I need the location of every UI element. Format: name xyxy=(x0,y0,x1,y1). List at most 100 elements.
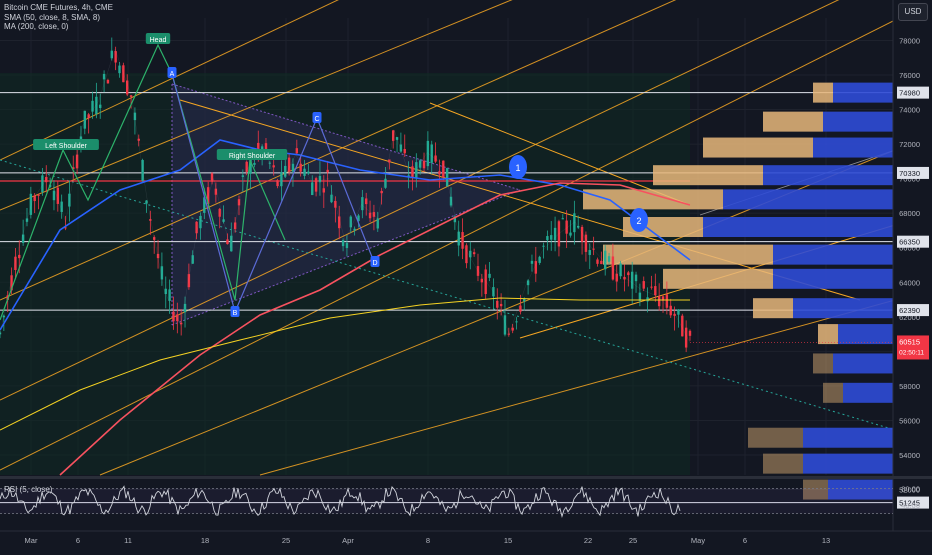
volume-profile-bar xyxy=(838,324,893,345)
candle-body xyxy=(542,245,545,247)
candle-body xyxy=(403,149,406,154)
rsi-tick-label: 80.00 xyxy=(901,484,920,493)
y-tick-label: 78000 xyxy=(899,36,920,45)
volume-profile-bar xyxy=(763,453,803,474)
candle-body xyxy=(634,274,638,282)
candle-body xyxy=(118,65,121,74)
candle-body xyxy=(341,240,345,247)
x-tick-label: 25 xyxy=(282,536,290,545)
volume-profile-bar xyxy=(833,82,893,103)
y-tick-label: 58000 xyxy=(899,382,920,391)
last-price-label: 60515 xyxy=(899,337,920,346)
ma-legend: MA (200, close, 0) xyxy=(4,22,69,31)
symbol-title: Bitcoin CME Futures, 4h, CME xyxy=(4,3,113,12)
y-tick-label: 64000 xyxy=(899,278,920,287)
candle-body xyxy=(168,289,171,301)
candle-body xyxy=(472,252,476,255)
volume-profile-bar xyxy=(753,298,793,319)
candle-body xyxy=(87,114,90,119)
candle-body xyxy=(18,254,21,259)
candle-body xyxy=(557,221,561,247)
candle-body xyxy=(476,266,480,276)
candle-body xyxy=(399,144,403,152)
candle-body xyxy=(438,171,441,175)
candle-body xyxy=(110,50,113,59)
x-tick-label: 15 xyxy=(504,536,512,545)
candle-body xyxy=(95,96,98,115)
y-tick-label: 74000 xyxy=(899,106,920,115)
candle-body xyxy=(245,161,248,172)
candle-body xyxy=(684,327,688,348)
candle-body xyxy=(326,169,329,173)
candle-body xyxy=(596,259,599,264)
candle-body xyxy=(442,160,445,178)
candle-body xyxy=(411,166,414,179)
y-tick-label: 56000 xyxy=(899,416,920,425)
candle-body xyxy=(303,168,306,176)
x-tick-label: 11 xyxy=(124,536,132,545)
candle-body xyxy=(299,163,302,172)
candle-body xyxy=(523,298,526,302)
chart-legend: Bitcoin CME Futures, 4h, CME SMA (50, cl… xyxy=(4,3,113,32)
volume-profile-bar xyxy=(773,268,893,289)
candle-body xyxy=(253,162,256,165)
x-tick-label: Mar xyxy=(25,536,38,545)
currency-button[interactable]: USD xyxy=(898,3,928,21)
candle-body xyxy=(114,51,117,63)
candle-body xyxy=(569,232,572,236)
candle-body xyxy=(345,242,349,249)
volume-profile-bar xyxy=(653,165,763,186)
candle-body xyxy=(515,321,518,323)
price-level-label: 74980 xyxy=(899,89,920,98)
candle-body xyxy=(272,165,275,168)
candle-body xyxy=(280,172,283,187)
candle-body xyxy=(353,228,356,231)
head-label: Head xyxy=(150,37,167,44)
pane-separator xyxy=(0,476,932,479)
candle-body xyxy=(600,260,603,265)
y-tick-label: 68000 xyxy=(899,209,920,218)
candle-body xyxy=(83,110,87,129)
candle-body xyxy=(149,219,152,221)
candle-body xyxy=(218,208,221,217)
candle-body xyxy=(665,294,669,308)
candle-body xyxy=(681,315,684,337)
x-tick-label: 6 xyxy=(743,536,747,545)
candle-body xyxy=(657,296,661,307)
candle-body xyxy=(650,286,653,288)
volume-profile-bar xyxy=(723,189,893,210)
volume-profile-bar xyxy=(818,324,838,345)
candle-body xyxy=(430,144,433,163)
x-tick-label: May xyxy=(691,536,705,545)
x-tick-label: 13 xyxy=(822,536,830,545)
candle-body xyxy=(630,271,634,289)
x-tick-label: 8 xyxy=(426,536,430,545)
candle-body xyxy=(361,197,364,211)
price-chart[interactable]: Head Left Shoulder Right Shoulder A B C D 1 25 2 0… xyxy=(0,0,932,550)
volume-profile-bar xyxy=(833,353,893,374)
candle-body xyxy=(307,171,310,174)
candle-body xyxy=(646,297,649,302)
candle-body xyxy=(607,256,611,262)
candle-body xyxy=(122,65,125,83)
candle-body xyxy=(499,303,503,307)
y-tick-label: 54000 xyxy=(899,451,920,460)
candle-body xyxy=(330,194,333,203)
point-a-label: A xyxy=(170,71,175,78)
candle-body xyxy=(627,272,630,276)
volume-profile-bar xyxy=(813,82,833,103)
left-shoulder-label: Left Shoulder xyxy=(45,143,87,150)
price-level-label: 62390 xyxy=(899,306,920,315)
chart-area[interactable]: Head Left Shoulder Right Shoulder A B C D 1 2 5 2 0… xyxy=(0,0,932,550)
candle-body xyxy=(380,190,383,194)
candle-body xyxy=(461,232,464,249)
volume-profile-bar xyxy=(603,244,773,265)
candle-body xyxy=(584,234,588,252)
candle-body xyxy=(415,162,418,179)
x-tick-label: 6 xyxy=(76,536,80,545)
point-c-label: C xyxy=(314,116,319,123)
candle-body xyxy=(376,218,379,229)
price-level-label: 66350 xyxy=(899,238,920,247)
marker-1-label: 1 xyxy=(515,163,520,173)
volume-profile-bar xyxy=(793,298,893,319)
